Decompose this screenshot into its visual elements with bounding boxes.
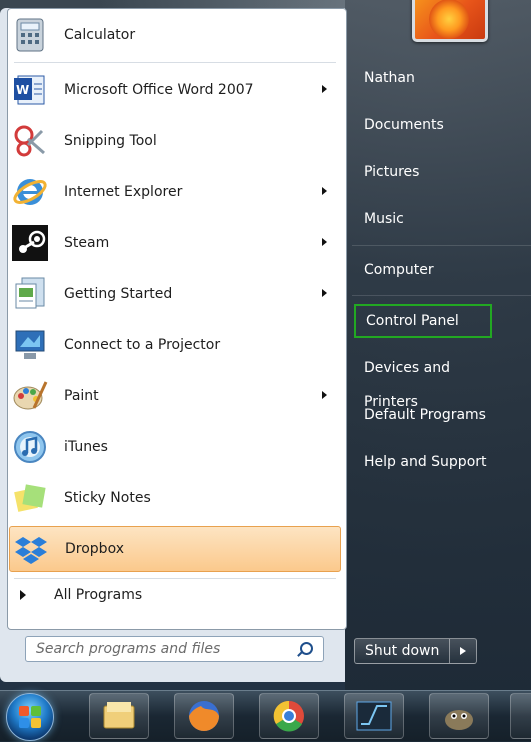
firefox-icon[interactable] (174, 693, 234, 739)
svg-text:W: W (16, 83, 29, 97)
program-item-internet-explorer[interactable]: Internet Explorer (9, 169, 341, 215)
program-item-word[interactable]: W Microsoft Office Word 2007 (9, 67, 341, 113)
program-label: Internet Explorer (64, 184, 183, 200)
program-label: Steam (64, 235, 110, 251)
program-item-calculator[interactable]: Calculator (9, 12, 341, 58)
program-label: Dropbox (65, 541, 124, 557)
all-programs-button[interactable]: All Programs (20, 587, 142, 603)
start-orb-icon[interactable] (6, 693, 54, 741)
expand-arrow-icon (20, 590, 26, 600)
shutdown-group: Shut down (354, 638, 478, 664)
program-item-dropbox[interactable]: Dropbox (9, 526, 341, 572)
submenu-arrow-icon[interactable] (322, 187, 327, 195)
program-item-steam[interactable]: Steam (9, 220, 341, 266)
search-icon[interactable] (300, 642, 313, 655)
program-item-itunes[interactable]: iTunes (9, 424, 341, 470)
right-link-devices-and-printers[interactable]: Devices and Printers (354, 351, 510, 410)
scissors-icon (12, 123, 48, 159)
internet-explorer-icon (12, 174, 48, 210)
all-programs-label: All Programs (54, 587, 143, 603)
program-item-snipping-tool[interactable]: Snipping Tool (9, 118, 341, 164)
right-link-documents[interactable]: Documents (354, 108, 510, 142)
program-label: Microsoft Office Word 2007 (64, 82, 254, 98)
program-item-connect-to-projector[interactable]: Connect to a Projector (9, 322, 341, 368)
word-icon: W (12, 72, 48, 108)
taskbar-overflow-icon[interactable] (510, 693, 531, 739)
program-label: iTunes (64, 439, 108, 455)
program-item-paint[interactable]: Paint (9, 373, 341, 419)
paint-palette-icon (12, 378, 48, 414)
separator (14, 578, 336, 579)
program-label: Calculator (64, 27, 136, 43)
windows-explorer-icon[interactable] (89, 693, 149, 739)
program-label: Sticky Notes (64, 490, 151, 506)
getting-started-icon (12, 276, 48, 312)
submenu-arrow-icon[interactable] (322, 238, 327, 246)
right-link-help-and-support[interactable]: Help and Support (354, 445, 510, 479)
program-label: Snipping Tool (64, 133, 157, 149)
separator (14, 62, 336, 63)
separator (352, 295, 531, 296)
submenu-arrow-icon[interactable] (322, 85, 327, 93)
gimp-icon[interactable] (429, 693, 489, 739)
program-label: Connect to a Projector (64, 337, 221, 353)
right-link-music[interactable]: Music (354, 202, 510, 236)
chrome-icon[interactable] (259, 693, 319, 739)
program-label: Paint (64, 388, 99, 404)
start-menu-right-panel (345, 0, 531, 690)
program-item-sticky-notes[interactable]: Sticky Notes (9, 475, 341, 521)
app-icon[interactable] (344, 693, 404, 739)
right-link-computer[interactable]: Computer (354, 253, 510, 287)
shutdown-button[interactable]: Shut down (354, 638, 451, 664)
right-link-control-panel[interactable]: Control Panel (354, 304, 492, 338)
right-link-default-programs[interactable]: Default Programs (354, 398, 510, 432)
search-input[interactable]: Search programs and files (36, 641, 220, 657)
program-label: Getting Started (64, 286, 173, 302)
calculator-icon (12, 17, 48, 53)
submenu-arrow-icon[interactable] (322, 289, 327, 297)
separator (352, 245, 531, 246)
search-box[interactable]: Search programs and files (25, 636, 324, 662)
steam-icon (12, 225, 48, 261)
dropbox-icon (13, 531, 49, 567)
sticky-notes-icon (12, 480, 48, 516)
itunes-icon (12, 429, 48, 465)
program-item-getting-started[interactable]: Getting Started (9, 271, 341, 317)
user-picture[interactable] (412, 0, 488, 42)
right-link-pictures[interactable]: Pictures (354, 155, 510, 189)
projector-icon (12, 327, 48, 363)
shutdown-options-arrow-icon[interactable] (450, 638, 478, 664)
right-link-nathan[interactable]: Nathan (354, 61, 510, 95)
submenu-arrow-icon[interactable] (322, 391, 327, 399)
